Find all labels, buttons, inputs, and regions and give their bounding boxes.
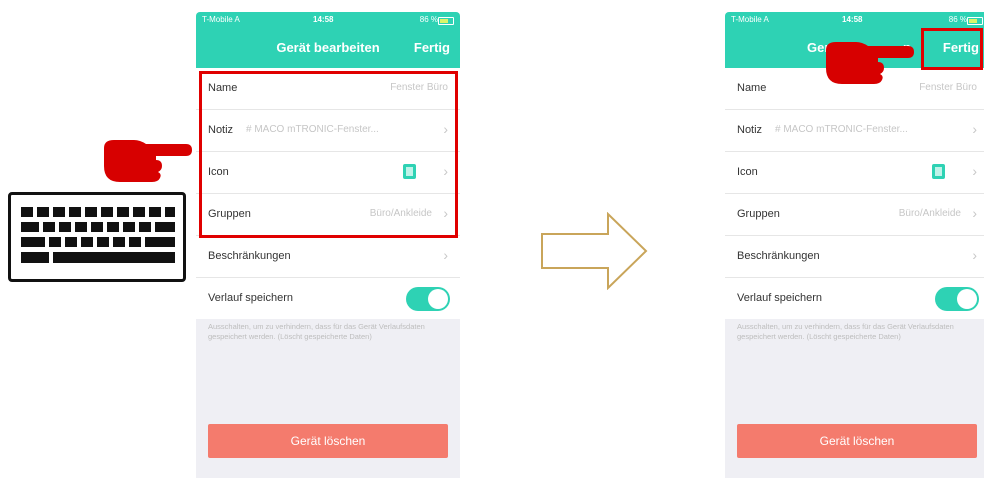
groups-value: Büro/Ankleide [898,208,961,219]
pointing-hand-icon [104,140,192,182]
carrier-label: T-Mobile A [202,15,240,24]
time-label: 14:58 [842,15,863,24]
row-label: Verlauf speichern [208,292,293,304]
battery-label: 86 % [419,15,438,24]
keyboard-icon [8,192,186,282]
device-icon [932,164,945,179]
row-save-history: Verlauf speichern [725,278,984,319]
chevron-right-icon: › [972,121,977,137]
row-restrictions[interactable]: Beschränkungen › [725,236,984,278]
row-save-history: Verlauf speichern [196,278,460,319]
history-toggle[interactable] [935,287,979,311]
pointing-hand-icon [826,42,914,84]
row-label: Verlauf speichern [737,292,822,304]
done-highlight [921,28,983,70]
row-groups[interactable]: Gruppen Büro/Ankleide › [725,194,984,236]
row-label: Notiz [737,124,763,136]
battery-icon [967,17,983,25]
arrow-right-icon [541,212,648,290]
chevron-right-icon: › [972,247,977,263]
settings-list: Name Fenster Büro Notiz # MACO mTRONIC-F… [725,68,984,319]
row-label: Name [737,82,767,94]
history-hint: Ausschalten, um zu verhindern, dass für … [208,322,425,341]
fields-highlight [199,71,458,238]
battery-icon [438,17,454,25]
time-label: 14:58 [313,15,334,24]
chevron-right-icon: › [972,205,977,221]
row-icon[interactable]: Icon › [725,152,984,194]
delete-device-button[interactable]: Gerät löschen [208,424,448,458]
row-label: Beschränkungen [737,250,820,262]
chevron-right-icon: › [443,247,448,263]
row-restrictions[interactable]: Beschränkungen › [196,236,460,278]
row-note[interactable]: Notiz # MACO mTRONIC-Fenster... › [725,110,984,152]
name-field[interactable]: Fenster Büro [919,82,977,93]
history-hint: Ausschalten, um zu verhindern, dass für … [737,322,954,341]
history-toggle[interactable] [406,287,450,311]
nav-header: T-Mobile A 14:58 86 % Gerät bearbeiten F… [196,12,460,68]
chevron-right-icon: › [972,163,977,179]
carrier-label: T-Mobile A [731,15,769,24]
row-label: Gruppen [737,208,780,220]
delete-device-button[interactable]: Gerät löschen [737,424,977,458]
done-button[interactable]: Fertig [414,40,450,55]
note-value: # MACO mTRONIC-Fenster... [775,124,908,135]
row-label: Beschränkungen [208,250,291,262]
row-label: Icon [737,166,758,178]
battery-label: 86 % [948,15,967,24]
